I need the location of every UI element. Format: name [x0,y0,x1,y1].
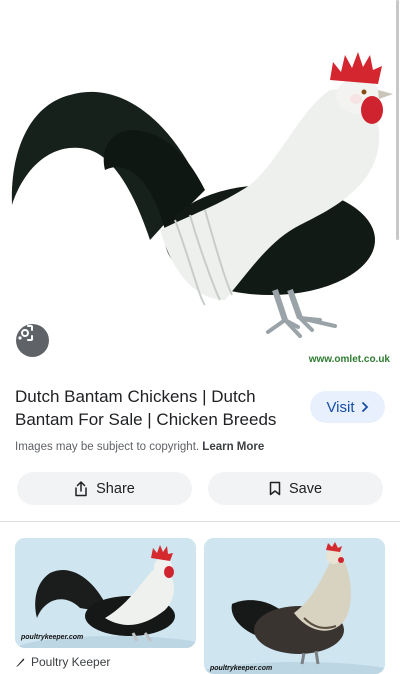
source-name: Poultry Keeper [31,655,111,669]
related-image-card[interactable]: poultrykeeper.com [204,538,385,674]
visit-button[interactable]: Visit [310,391,385,423]
copyright-notice: Images may be subject to copyright. Lear… [15,441,264,453]
scrollbar[interactable] [396,0,399,240]
learn-more-link[interactable]: Learn More [202,441,264,453]
result-title[interactable]: Dutch Bantam Chickens | Dutch Bantam For… [15,385,295,431]
share-label: Share [96,480,135,497]
save-button[interactable]: Save [208,472,383,505]
rooster-illustration [11,52,393,338]
card-watermark: poultrykeeper.com [210,665,273,672]
share-icon [75,480,87,496]
main-image[interactable]: www.omlet.co.uk [0,0,400,372]
section-divider [0,521,400,522]
google-lens-icon[interactable] [16,324,49,357]
share-button[interactable]: Share [17,472,192,505]
save-label: Save [288,480,323,497]
related-image-card[interactable]: poultrykeeper.com [15,538,196,648]
feather-icon [16,658,25,667]
image-watermark: www.omlet.co.uk [308,354,390,365]
bookmark-icon [269,481,281,496]
visit-label: Visit [326,398,355,416]
copyright-text: Images may be subject to copyright. [15,441,200,453]
hen-thumbnail [204,538,385,674]
rooster-thumbnail [15,538,196,648]
card-watermark: poultrykeeper.com [21,634,84,641]
chevron-right-icon [361,402,368,412]
related-source[interactable]: Poultry Keeper [15,655,110,669]
